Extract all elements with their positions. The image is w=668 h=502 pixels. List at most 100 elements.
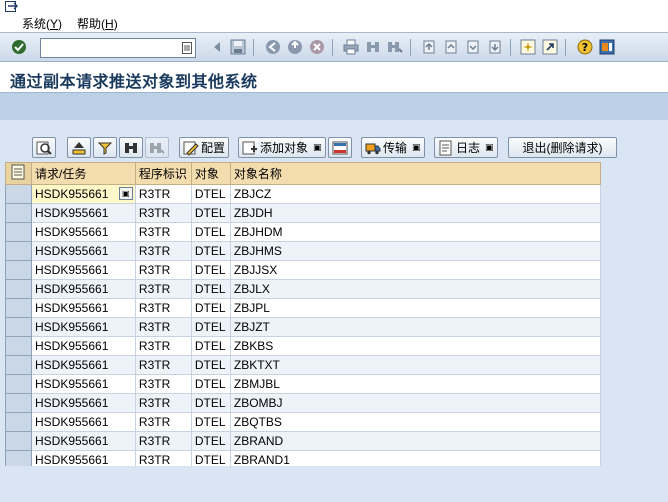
request-cell[interactable]: HSDK955661 [30,355,136,375]
back-icon[interactable] [208,38,226,56]
transport-dropdown-icon[interactable]: ▣ [412,142,421,153]
request-cell[interactable]: HSDK955661 [30,241,136,261]
object-cell[interactable]: DTEL [190,355,231,375]
program-id-cell[interactable]: R3TR [134,317,192,337]
log-button[interactable]: 日志 ▣ [434,137,498,158]
request-cell[interactable]: HSDK955661 [30,336,136,356]
object-cell[interactable]: DTEL [190,374,231,394]
next-page-icon[interactable] [464,38,482,56]
row-selector[interactable] [5,412,32,432]
program-id-cell[interactable]: R3TR [134,298,192,318]
request-cell[interactable]: HSDK955661 [30,412,136,432]
table-row[interactable]: HSDK955661 R3TR DTEL ZBQTBS [5,412,602,432]
program-id-cell[interactable]: R3TR [134,336,192,356]
find-next-button[interactable] [145,137,169,158]
table-row[interactable]: HSDK955661 R3TR DTEL ZBKTXT [5,355,602,375]
object-cell[interactable]: DTEL [190,260,231,280]
details-button[interactable] [32,137,56,158]
table-row[interactable]: HSDK955661 R3TR DTEL ZBJJSX [5,260,602,280]
object-name-cell[interactable]: ZBJZT [229,317,602,337]
help-icon[interactable]: ? [576,38,594,56]
row-selector[interactable] [5,298,32,318]
object-name-cell[interactable]: ZBJPL [229,298,602,318]
request-cell[interactable]: HSDK955661 [30,298,136,318]
table-row[interactable]: HSDK955661 R3TR DTEL ZBKBS [5,336,602,356]
object-name-cell[interactable]: ZBJHDM [229,222,602,242]
nav-back-icon[interactable] [264,38,282,56]
request-cell[interactable]: HSDK955661 [30,260,136,280]
program-id-cell[interactable]: R3TR [134,412,192,432]
dropdown-icon[interactable] [182,42,192,54]
request-cell[interactable]: HSDK955661 [30,317,136,337]
object-name-cell[interactable]: ZBJHMS [229,241,602,261]
config-button[interactable]: 配置 [179,137,229,158]
program-id-cell[interactable]: R3TR [134,393,192,413]
app-menu-icon[interactable] [5,1,19,13]
request-cell[interactable]: HSDK955661 [30,279,136,299]
row-selector[interactable] [5,241,32,261]
object-name-cell[interactable]: ZBKBS [229,336,602,356]
object-cell[interactable]: DTEL [190,393,231,413]
object-name-cell[interactable]: ZBJLX [229,279,602,299]
object-cell[interactable]: DTEL [190,412,231,432]
find-button[interactable] [119,137,143,158]
object-name-cell[interactable]: ZBOMBJ [229,393,602,413]
object-name-cell[interactable]: ZBRAND [229,431,602,451]
shortcut-icon[interactable] [541,38,559,56]
program-id-cell[interactable]: R3TR [134,374,192,394]
find-next-icon[interactable] [386,38,404,56]
row-selector[interactable] [5,355,32,375]
object-cell[interactable]: DTEL [190,298,231,318]
program-id-cell[interactable]: R3TR [134,184,192,204]
object-cell[interactable]: DTEL [190,279,231,299]
request-cell[interactable]: HSDK955661 [30,222,136,242]
row-selector[interactable] [5,260,32,280]
save-icon[interactable] [229,38,247,56]
object-name-cell[interactable]: ZBJJSX [229,260,602,280]
column-header-request[interactable]: 请求/任务 [30,162,136,185]
menu-help[interactable]: 帮助(H) [77,15,118,32]
prev-page-icon[interactable] [442,38,460,56]
row-selector[interactable] [5,203,32,223]
row-selector[interactable] [5,222,32,242]
table-row[interactable]: HSDK955661 ▣ R3TR DTEL ZBJCZ [5,184,602,204]
command-field[interactable] [40,38,196,58]
request-cell[interactable]: HSDK955661 [30,203,136,223]
filter-button[interactable] [93,137,117,158]
object-name-cell[interactable]: ZBQTBS [229,412,602,432]
add-object-dropdown-icon[interactable]: ▣ [313,142,322,153]
table-row[interactable]: HSDK955661 R3TR DTEL ZBMJBL [5,374,602,394]
row-selector[interactable] [5,431,32,451]
column-header-program-id[interactable]: 程序标识 [134,162,192,185]
row-selector[interactable] [5,393,32,413]
request-cell[interactable]: HSDK955661 [30,374,136,394]
row-selector[interactable] [5,317,32,337]
create-session-icon[interactable] [519,38,537,56]
object-name-cell[interactable]: ZBKTXT [229,355,602,375]
first-page-icon[interactable] [420,38,438,56]
value-help-icon[interactable]: ▣ [118,187,133,200]
object-cell[interactable]: DTEL [190,184,231,204]
table-row[interactable]: HSDK955661 R3TR DTEL ZBJHDM [5,222,602,242]
transport-button[interactable]: 传输 ▣ [361,137,425,158]
object-name-cell[interactable]: ZBJCZ [229,184,602,204]
table-row[interactable]: HSDK955661 R3TR DTEL ZBJPL [5,298,602,318]
object-cell[interactable]: DTEL [190,317,231,337]
nav-exit-icon[interactable] [286,38,304,56]
log-dropdown-icon[interactable]: ▣ [485,142,494,153]
object-cell[interactable]: DTEL [190,222,231,242]
object-name-cell[interactable]: ZBJDH [229,203,602,223]
request-cell[interactable]: HSDK955661 [30,393,136,413]
request-cell[interactable]: HSDK955661 [30,431,136,451]
sort-button[interactable] [67,137,91,158]
layout-select-button[interactable] [328,137,352,158]
table-row[interactable]: HSDK955661 R3TR DTEL ZBOMBJ [5,393,602,413]
object-cell[interactable]: DTEL [190,431,231,451]
table-row[interactable]: HSDK955661 R3TR DTEL ZBJDH [5,203,602,223]
object-name-cell[interactable]: ZBMJBL [229,374,602,394]
menu-system[interactable]: 系统(Y) [22,15,62,32]
program-id-cell[interactable]: R3TR [134,260,192,280]
find-icon[interactable] [364,38,382,56]
program-id-cell[interactable]: R3TR [134,355,192,375]
last-page-icon[interactable] [486,38,504,56]
